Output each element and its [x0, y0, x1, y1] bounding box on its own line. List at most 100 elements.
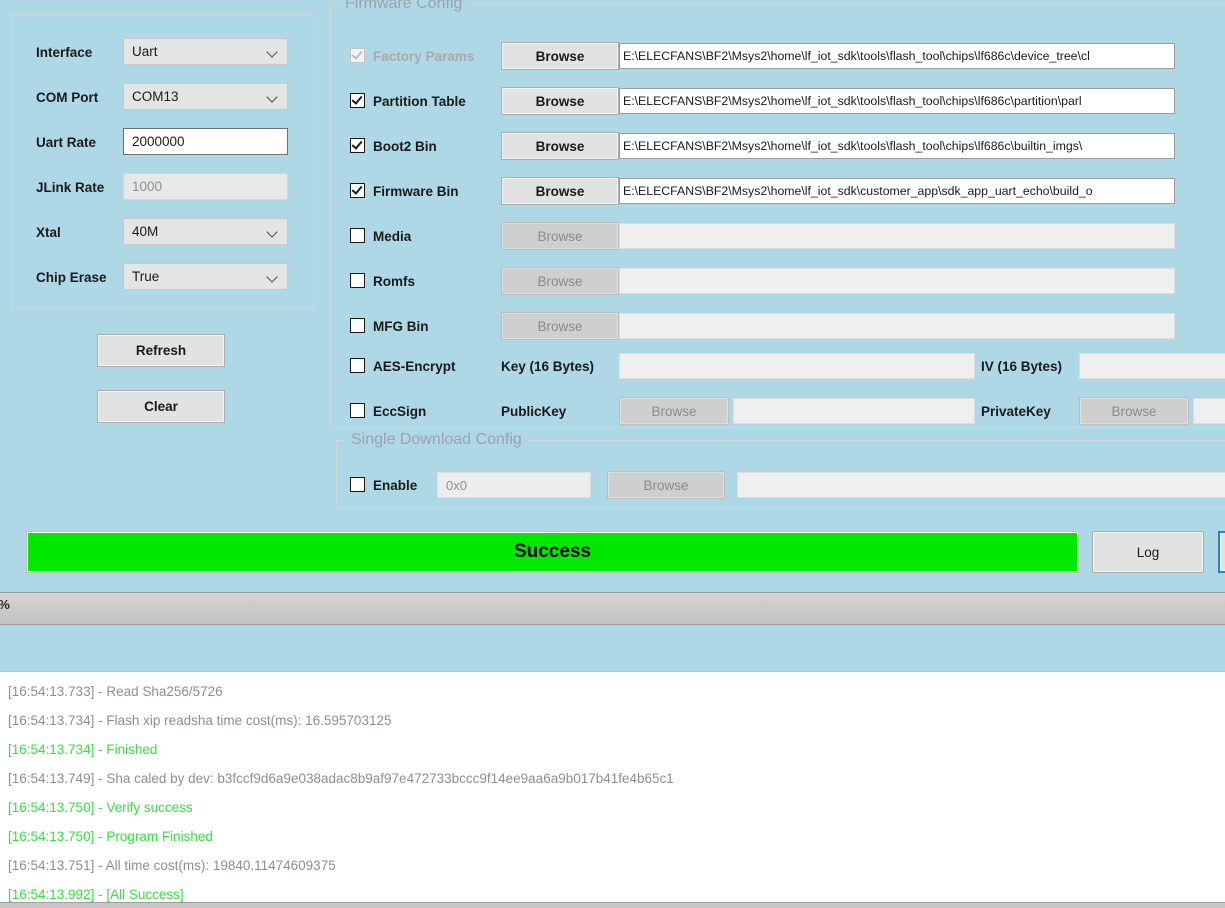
interface-value: Uart — [132, 43, 158, 59]
row-partition-table: Partition Table Browse E:\ELECFANS\BF2\M… — [331, 86, 1225, 116]
partition-table-label: Partition Table — [373, 93, 466, 109]
log-button[interactable]: Log — [1092, 531, 1204, 573]
uart-rate-input[interactable]: 2000000 — [123, 128, 288, 155]
partition-table-checkbox[interactable] — [350, 93, 365, 108]
romfs-label: Romfs — [373, 273, 416, 289]
single-download-path-input — [737, 472, 1225, 498]
single-download-address-input: 0x0 — [437, 472, 591, 498]
factory-params-path-input[interactable]: E:\ELECFANS\BF2\Msys2\home\lf_iot_sdk\to… — [619, 43, 1175, 69]
jlink-rate-label: JLink Rate — [36, 179, 105, 195]
partition-table-browse-button[interactable]: Browse — [501, 87, 619, 115]
interface-label: Interface — [36, 44, 93, 60]
log-line: [16:54:13.734] - Flash xip readsha time … — [8, 713, 392, 728]
field-row-uart-rate: Uart Rate 2000000 — [12, 128, 313, 156]
boot2-bin-checkbox[interactable] — [350, 138, 365, 153]
mfg-bin-checkbox[interactable] — [350, 318, 365, 333]
log-line: [16:54:13.749] - Sha caled by dev: b3fcc… — [8, 771, 674, 786]
media-path-input — [619, 223, 1175, 249]
clear-button[interactable]: Clear — [97, 390, 225, 423]
row-aes-encrypt: AES-Encrypt Key (16 Bytes) IV (16 Bytes) — [331, 351, 1225, 381]
xtal-label: Xtal — [36, 224, 61, 240]
refresh-button[interactable]: Refresh — [97, 334, 225, 367]
media-checkbox[interactable] — [350, 228, 365, 243]
single-download-config-group: Single Download Config Enable 0x0 Browse — [336, 431, 1225, 508]
factory-params-path-value: E:\ELECFANS\BF2\Msys2\home\lf_iot_sdk\to… — [623, 49, 1090, 63]
firmware-bin-checkbox[interactable] — [350, 183, 365, 198]
partition-table-path-input[interactable]: E:\ELECFANS\BF2\Msys2\home\lf_iot_sdk\to… — [619, 88, 1175, 114]
boot2-bin-path-input[interactable]: E:\ELECFANS\BF2\Msys2\home\lf_iot_sdk\to… — [619, 133, 1175, 159]
boot2-bin-browse-button[interactable]: Browse — [501, 132, 619, 160]
field-row-chip-erase: Chip Erase True — [12, 263, 313, 291]
field-row-interface: Interface Uart — [12, 38, 313, 66]
row-media: Media Browse — [331, 221, 1225, 251]
ecc-private-key-browse-button: Browse — [1079, 397, 1189, 425]
com-port-label: COM Port — [36, 89, 99, 105]
media-label: Media — [373, 228, 412, 244]
field-row-jlink-rate: JLink Rate 1000 — [12, 173, 313, 201]
log-line: [16:54:13.750] - Verify success — [8, 800, 193, 815]
boot2-bin-path-value: E:\ELECFANS\BF2\Msys2\home\lf_iot_sdk\to… — [623, 139, 1083, 153]
boot2-bin-label: Boot2 Bin — [373, 138, 437, 154]
mfg-bin-path-input — [619, 313, 1175, 339]
xtal-select[interactable]: 40M — [123, 218, 288, 245]
ecc-public-key-label: PublicKey — [501, 403, 567, 419]
uart-rate-label: Uart Rate — [36, 134, 97, 150]
factory-params-label: Factory Params — [373, 48, 475, 64]
row-mfg-bin: MFG Bin Browse — [331, 311, 1225, 341]
single-download-enable-checkbox[interactable] — [350, 477, 365, 492]
aes-key-label: Key (16 Bytes) — [501, 358, 595, 374]
aes-iv-label: IV (16 Bytes) — [981, 358, 1063, 374]
firmware-bin-browse-button[interactable]: Browse — [501, 177, 619, 205]
field-row-com-port: COM Port COM13 — [12, 83, 313, 111]
row-single-download-enable: Enable 0x0 Browse — [337, 470, 1225, 500]
aes-encrypt-checkbox[interactable] — [350, 358, 365, 373]
log-line: [16:54:13.750] - Program Finished — [8, 829, 213, 844]
single-download-enable-label: Enable — [373, 477, 418, 493]
partition-table-path-value: E:\ELECFANS\BF2\Msys2\home\lf_iot_sdk\to… — [623, 94, 1082, 108]
chip-erase-value: True — [132, 268, 160, 284]
window-bottom-edge — [0, 902, 1225, 908]
firmware-bin-path-value: E:\ELECFANS\BF2\Msys2\home\lf_iot_sdk\cu… — [623, 184, 1093, 198]
romfs-path-input — [619, 268, 1175, 294]
xtal-value: 40M — [132, 223, 159, 239]
jlink-rate-input: 1000 — [123, 173, 288, 200]
row-romfs: Romfs Browse — [331, 266, 1225, 296]
edge-focused-button[interactable] — [1218, 531, 1225, 573]
chip-erase-select[interactable]: True — [123, 263, 288, 290]
ecc-private-key-label: PrivateKey — [981, 403, 1051, 419]
row-ecc-sign: EccSign PublicKey Browse PrivateKey Brow… — [331, 396, 1225, 426]
ecc-sign-label: EccSign — [373, 403, 427, 419]
mfg-bin-browse-button: Browse — [501, 312, 619, 340]
firmware-bin-label: Firmware Bin — [373, 183, 459, 199]
aes-encrypt-label: AES-Encrypt — [373, 358, 456, 374]
log-output-panel[interactable]: [16:54:13.733] - Read Sha256/5726 [16:54… — [0, 672, 1225, 902]
row-factory-params: Factory Params Browse E:\ELECFANS\BF2\Ms… — [331, 41, 1225, 71]
single-download-browse-button: Browse — [607, 471, 725, 499]
factory-params-browse-button[interactable]: Browse — [501, 42, 619, 70]
factory-params-checkbox — [350, 48, 365, 63]
progress-percent-label: 0% — [0, 597, 10, 612]
ecc-private-key-input — [1193, 398, 1225, 424]
progress-bar: 0% — [0, 592, 1225, 625]
row-firmware-bin: Firmware Bin Browse E:\ELECFANS\BF2\Msys… — [331, 176, 1225, 206]
chip-erase-label: Chip Erase — [36, 269, 107, 285]
firmware-bin-path-input[interactable]: E:\ELECFANS\BF2\Msys2\home\lf_iot_sdk\cu… — [619, 178, 1175, 204]
log-line: [16:54:13.734] - Finished — [8, 742, 158, 757]
firmware-config-header: Firmware Config — [331, 0, 1225, 15]
jlink-rate-value: 1000 — [132, 179, 163, 194]
mfg-bin-label: MFG Bin — [373, 318, 429, 334]
com-port-value: COM13 — [132, 88, 179, 104]
aes-key-input — [619, 353, 975, 379]
media-browse-button: Browse — [501, 222, 619, 250]
ecc-sign-checkbox[interactable] — [350, 403, 365, 418]
single-download-title: Single Download Config — [351, 431, 522, 448]
chevron-down-icon — [267, 91, 279, 103]
status-message: Success — [513, 541, 592, 562]
chevron-down-icon — [267, 226, 279, 238]
com-port-select[interactable]: COM13 — [123, 83, 288, 110]
romfs-checkbox[interactable] — [350, 273, 365, 288]
uart-rate-value: 2000000 — [132, 134, 185, 149]
flash-tool-window: Interface Uart COM Port COM13 Uart Rate … — [0, 0, 1225, 908]
firmware-config-title: Firmware Config — [345, 0, 463, 12]
interface-select[interactable]: Uart — [123, 38, 288, 65]
